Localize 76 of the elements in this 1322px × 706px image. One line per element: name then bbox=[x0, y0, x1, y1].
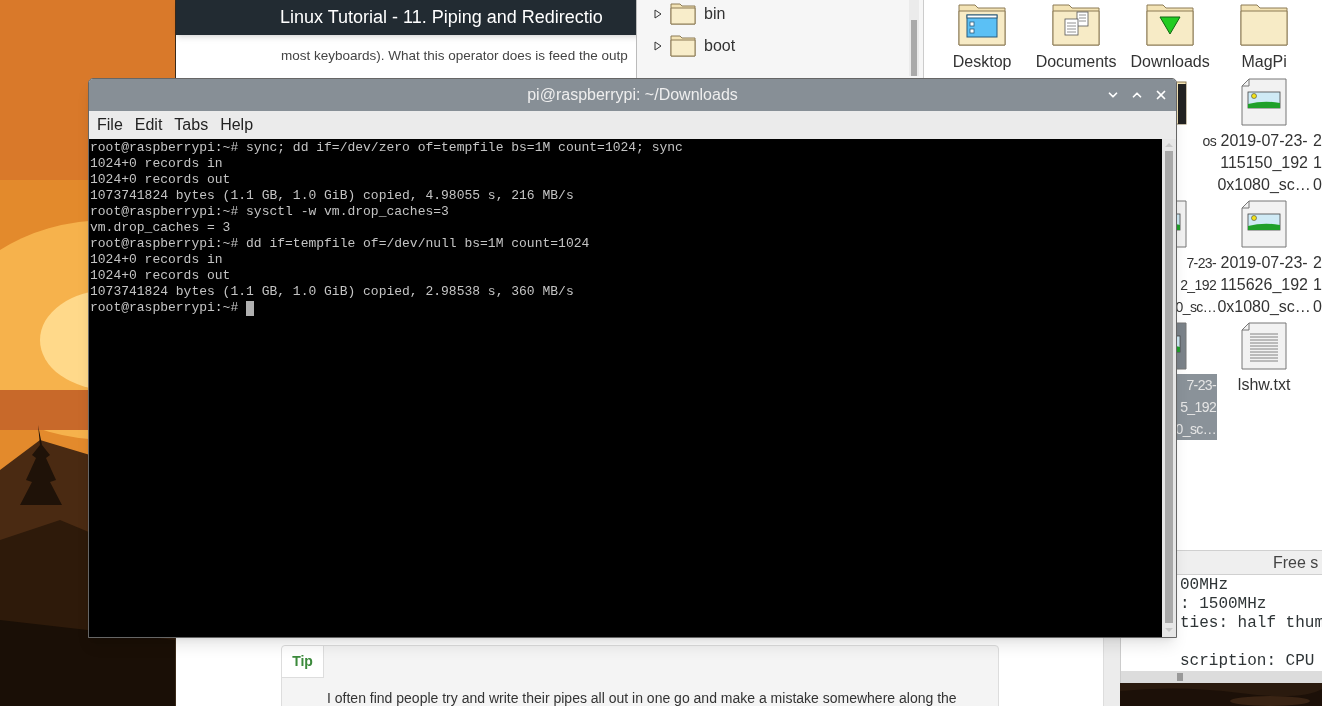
file-label: 5_192 bbox=[1180, 398, 1217, 417]
tip-text: I often find people try and write their pipes all out in one go and make a mistake somewhere along the bbox=[326, 689, 958, 706]
file-label: os bbox=[1202, 132, 1217, 151]
column-header-label: Free s bbox=[1273, 552, 1319, 573]
scroll-down-icon[interactable] bbox=[1164, 626, 1174, 634]
menu-item[interactable]: File bbox=[91, 113, 129, 137]
info-line: 00MHz bbox=[1180, 576, 1229, 595]
terminal-line: 1024+0 records out bbox=[90, 268, 232, 284]
tree-item[interactable]: bin bbox=[637, 0, 924, 30]
folder-arrow-icon bbox=[1146, 2, 1195, 46]
window-title: pi@raspberrypi: ~/Downloads bbox=[527, 85, 738, 105]
scrollbar-thumb[interactable] bbox=[1177, 673, 1183, 681]
scroll-up-icon[interactable] bbox=[1164, 141, 1174, 149]
folder-label: Downloads bbox=[1130, 52, 1210, 72]
file-label: 2 bbox=[1313, 131, 1322, 151]
terminal-prompt: root@raspberrypi:~# bbox=[90, 300, 239, 316]
scrollbar-thumb[interactable] bbox=[911, 20, 918, 76]
file-label: lshw.txt bbox=[1237, 375, 1291, 395]
paragraph-line: most keyboards). What this operator does is feed the outp bbox=[281, 47, 628, 65]
text-file-icon bbox=[1240, 322, 1289, 370]
file-label: 1 bbox=[1313, 153, 1322, 173]
terminal-line: root@raspberrypi:~# dd if=tempfile of=/dev/null bs=1M count=1024 bbox=[90, 236, 591, 252]
folder-item[interactable]: MagPi bbox=[1217, 2, 1312, 76]
terminal-line: 1024+0 records in bbox=[90, 156, 224, 172]
file-label: 0x1080_sc… bbox=[1217, 175, 1311, 195]
icon-entry[interactable]: 2019-07-23- 115626_192 0x1080_sc… bbox=[1217, 200, 1312, 320]
terminal-line: 1024+0 records out bbox=[90, 172, 232, 188]
terminal-line: 1073741824 bytes (1.1 GB, 1.0 GiB) copied, 2.98538 s, 360 MB/s bbox=[90, 284, 575, 300]
file-label: 1 bbox=[1313, 275, 1322, 295]
tip-label: Tip bbox=[282, 646, 324, 678]
terminal-line: 1024+0 records in bbox=[90, 252, 224, 268]
collapsed-arrow-icon[interactable] bbox=[654, 9, 662, 19]
file-label: 115626_192 bbox=[1220, 275, 1308, 295]
file-label: 2_192 bbox=[1180, 276, 1217, 295]
menu-item[interactable]: Help bbox=[214, 113, 260, 137]
folder-label: MagPi bbox=[1241, 52, 1287, 72]
tree-item-label: boot bbox=[704, 36, 736, 56]
file-label: 2 bbox=[1313, 253, 1322, 273]
folder-item[interactable]: Downloads bbox=[1123, 2, 1218, 76]
image-file-icon bbox=[1240, 78, 1289, 126]
folder-item[interactable]: Documents bbox=[1029, 2, 1124, 76]
icon-entry[interactable]: lshw.txt bbox=[1217, 322, 1312, 442]
scrollbar-thumb[interactable] bbox=[1165, 151, 1173, 623]
file-label: 0 bbox=[1313, 175, 1322, 195]
info-line: : 1500MHz bbox=[1180, 595, 1268, 614]
file-label: 2019-07-23- bbox=[1220, 253, 1308, 273]
page-title: Linux Tutorial - 11. Piping and Redirectio bbox=[280, 6, 603, 29]
folder-label: Desktop bbox=[952, 52, 1012, 72]
info-line: scription: CPU bbox=[1180, 652, 1316, 671]
terminal-line: 1073741824 bytes (1.1 GB, 1.0 GiB) copied, 4.98055 s, 216 MB/s bbox=[90, 188, 575, 204]
file-label: 2019-07-23- bbox=[1220, 131, 1308, 151]
tree-scrollbar[interactable] bbox=[909, 0, 920, 76]
collapsed-arrow-icon[interactable] bbox=[654, 41, 662, 51]
menu-item[interactable]: Edit bbox=[128, 113, 169, 137]
file-label: 115150_192 bbox=[1220, 153, 1308, 173]
terminal-line: vm.drop_caches = 3 bbox=[90, 220, 232, 236]
close-icon bbox=[1154, 88, 1168, 102]
terminal-line: root@raspberrypi:~# sync; dd if=/dev/zero of=tempfile bs=1M count=1024; sync bbox=[90, 140, 684, 156]
file-label: 7-23- bbox=[1186, 376, 1217, 395]
icon-entry[interactable]: 2019-07-23- 115150_192 0x1080_sc… bbox=[1217, 78, 1312, 198]
folder-icon bbox=[1240, 2, 1289, 46]
page-scrollbar[interactable] bbox=[1103, 638, 1120, 706]
folder-icon bbox=[670, 35, 696, 57]
file-label: 0 bbox=[1313, 297, 1322, 317]
menu-item[interactable]: Tabs bbox=[168, 113, 215, 137]
terminal-scrollbar[interactable] bbox=[1162, 139, 1176, 637]
horizontal-scrollbar[interactable] bbox=[1121, 671, 1322, 683]
folder-icon bbox=[670, 3, 696, 25]
image-file-icon bbox=[1240, 200, 1289, 248]
terminal-line: root@raspberrypi:~# sysctl -w vm.drop_caches=3 bbox=[90, 204, 450, 220]
file-label: 0x1080_sc… bbox=[1217, 297, 1311, 317]
tree-item-label: bin bbox=[704, 4, 726, 24]
tree-item[interactable]: boot bbox=[637, 30, 924, 62]
folder-label: Documents bbox=[1035, 52, 1117, 72]
file-label: 7-23- bbox=[1186, 254, 1217, 273]
folder-item[interactable]: Desktop bbox=[935, 2, 1030, 76]
